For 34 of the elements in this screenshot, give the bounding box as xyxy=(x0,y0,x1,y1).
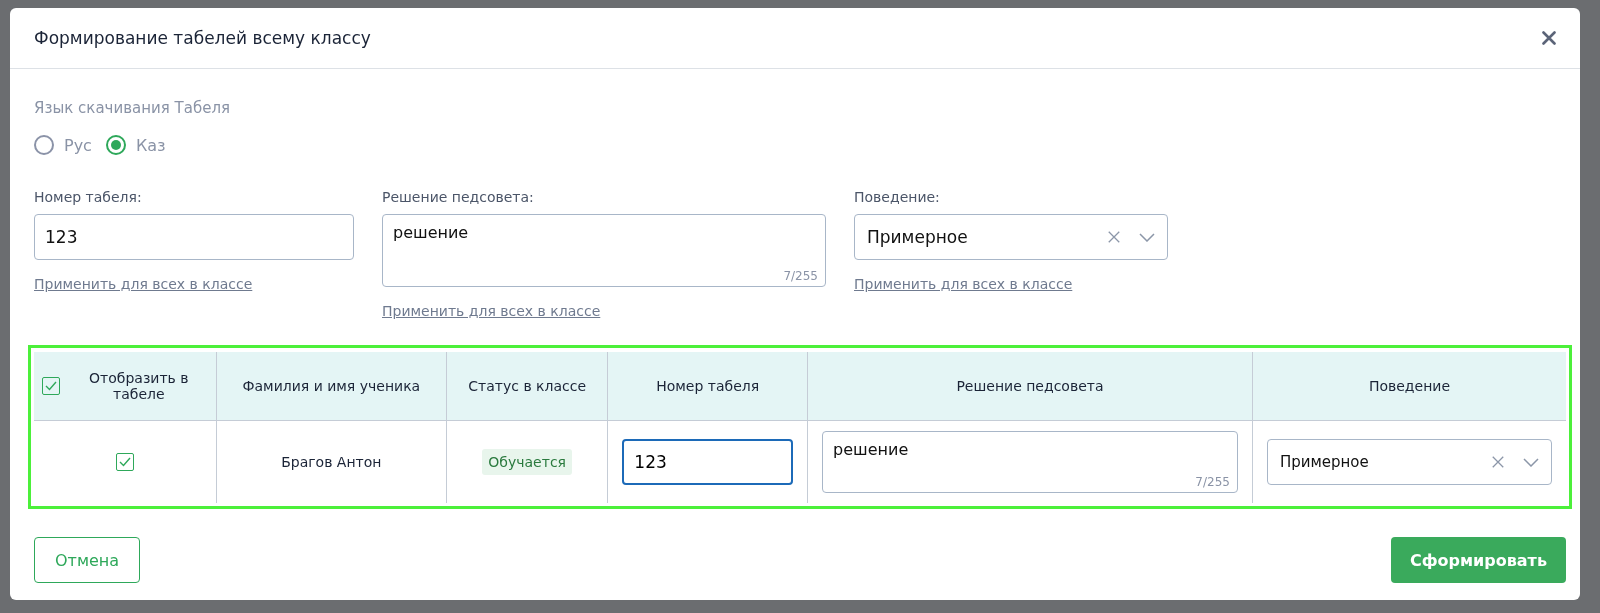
column-header: Статус в классе xyxy=(446,352,608,421)
language-radio[interactable]: Рус xyxy=(34,135,92,155)
chevron-down-icon[interactable] xyxy=(1523,457,1539,467)
column-title: Отобразить в табеле xyxy=(88,370,190,402)
behavior-select[interactable]: Примерное xyxy=(854,214,1168,260)
apply-all-link[interactable]: Применить для всех в классе xyxy=(34,276,253,292)
field-label: Решение педсовета: xyxy=(382,189,535,205)
behavior-select[interactable]: Примерное xyxy=(1266,439,1552,485)
select-all-checkbox[interactable] xyxy=(42,377,60,395)
language-label: Язык скачивания Табеля xyxy=(34,99,231,117)
field-label: Номер табеля: xyxy=(34,189,143,205)
column-header: Поведение xyxy=(1252,352,1566,421)
char-counter: 7/255 xyxy=(783,269,818,283)
number-input[interactable]: 123 xyxy=(34,214,354,260)
field-label: Поведение: xyxy=(854,189,941,205)
language-radio[interactable]: Каз xyxy=(105,135,166,155)
column-header: Фамилия и имя ученика xyxy=(216,352,447,421)
checkmark-icon xyxy=(45,381,57,391)
row-checkbox[interactable] xyxy=(115,453,134,471)
column-header: Номер табеля xyxy=(607,352,808,421)
cancel-button[interactable]: Отмена xyxy=(34,537,141,583)
column-header: Решение педсовета xyxy=(807,352,1253,421)
clear-icon[interactable] xyxy=(1107,230,1121,244)
submit-button[interactable]: Сформировать xyxy=(1390,537,1566,583)
dialog-title: Формирование табелей всему классу xyxy=(34,28,371,48)
chevron-down-icon[interactable] xyxy=(1139,232,1155,242)
checkmark-icon xyxy=(118,457,131,467)
student-name-cell: Брагов Антон xyxy=(216,420,447,503)
clear-icon[interactable] xyxy=(1491,455,1505,469)
status-tag: Обучается xyxy=(482,449,572,475)
apply-all-link[interactable]: Применить для всех в классе xyxy=(382,303,601,319)
char-counter: 7/255 xyxy=(1195,475,1230,489)
number-input[interactable]: 123 xyxy=(622,439,794,485)
apply-all-link[interactable]: Применить для всех в классе xyxy=(854,276,1073,292)
